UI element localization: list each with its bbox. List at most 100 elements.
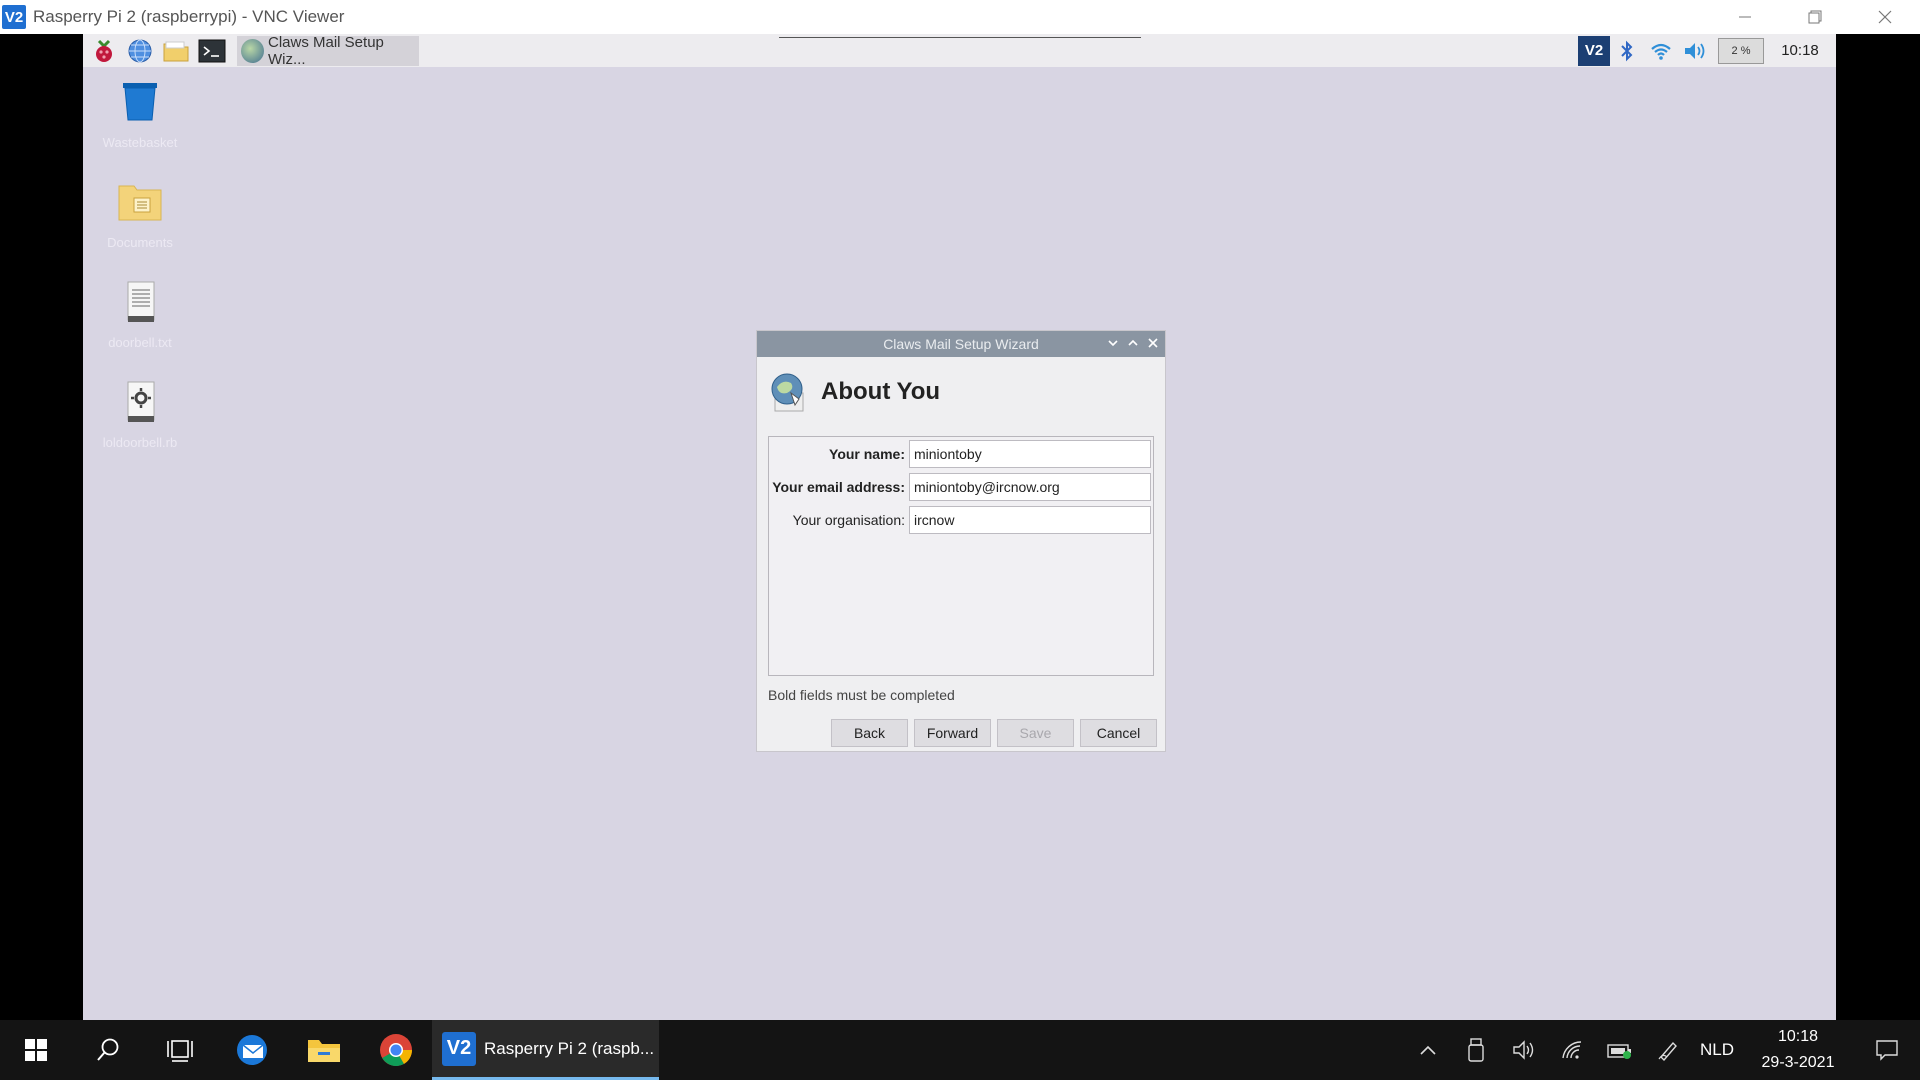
cpu-monitor[interactable]: 2 % xyxy=(1718,37,1764,64)
minimize-button[interactable] xyxy=(1710,0,1780,34)
dialog-title: Claws Mail Setup Wizard xyxy=(883,336,1039,352)
raspberry-menu-button[interactable] xyxy=(89,37,119,65)
name-input[interactable] xyxy=(909,440,1151,468)
pen-icon xyxy=(1658,1041,1677,1061)
battery-charging-icon xyxy=(1607,1044,1631,1059)
minimize-icon xyxy=(1739,16,1751,18)
dialog-header: About You xyxy=(757,357,1165,427)
file-manager-icon xyxy=(163,41,189,61)
pen-workspace-button[interactable] xyxy=(1644,1020,1692,1080)
search-button[interactable] xyxy=(72,1020,144,1080)
task-label: Claws Mail Setup Wiz... xyxy=(268,34,384,68)
rpi-panel-clock[interactable]: 10:18 xyxy=(1764,42,1836,59)
dialog-maximize-button[interactable] xyxy=(1127,337,1139,351)
vnc-titlebar: V2 Rasperry Pi 2 (raspberrypi) - VNC Vie… xyxy=(0,0,1920,34)
claws-mail-setup-wizard-dialog: Claws Mail Setup Wizard About You Your n… xyxy=(756,330,1166,752)
volume-button[interactable] xyxy=(1678,36,1712,66)
volume-icon xyxy=(1685,42,1705,59)
dialog-close-button[interactable] xyxy=(1147,337,1159,351)
claws-mail-icon xyxy=(771,373,804,412)
speaker-button[interactable] xyxy=(1500,1020,1548,1080)
bluetooth-button[interactable] xyxy=(1610,36,1644,66)
mail-app-button[interactable] xyxy=(216,1020,288,1080)
viewer-letterbox-right xyxy=(1836,34,1920,1020)
name-row: Your name: xyxy=(769,439,1155,469)
cancel-button[interactable]: Cancel xyxy=(1080,719,1157,747)
text-file-icon xyxy=(127,281,155,322)
notification-icon xyxy=(1876,1040,1898,1061)
save-button[interactable]: Save xyxy=(997,719,1074,747)
usb-device-button[interactable] xyxy=(1452,1020,1500,1080)
mail-app-icon xyxy=(237,1035,267,1065)
rpi-panel-tray: V2 2 % 10:18 xyxy=(1578,34,1836,67)
required-fields-note: Bold fields must be completed xyxy=(768,687,955,703)
raspberry-menu-icon xyxy=(96,39,112,62)
file-explorer-icon xyxy=(308,1040,340,1062)
network-button[interactable] xyxy=(1548,1020,1596,1080)
organisation-label: Your organisation: xyxy=(792,512,905,528)
dialog-titlebar[interactable]: Claws Mail Setup Wizard xyxy=(757,331,1165,357)
speaker-icon xyxy=(1513,1040,1534,1060)
system-tray: NLD 10:18 29-3-2021 xyxy=(1404,1020,1920,1080)
vnc-server-tray-icon[interactable]: V2 xyxy=(1578,35,1610,66)
desktop-icon-documents[interactable]: Documents xyxy=(90,178,190,250)
folder-icon xyxy=(118,185,162,221)
battery-button[interactable] xyxy=(1596,1020,1644,1080)
taskbar-vnc-label: Rasperry Pi 2 (raspb... xyxy=(484,1038,655,1058)
remote-desktop[interactable]: Claws Mail Setup Wiz... V2 2 % 10:18 Was… xyxy=(83,34,1836,1020)
wifi-icon xyxy=(1651,43,1671,60)
organisation-row: Your organisation: xyxy=(769,505,1155,535)
show-hidden-icons-button[interactable] xyxy=(1404,1020,1452,1080)
dialog-minimize-button[interactable] xyxy=(1107,337,1119,351)
close-icon xyxy=(1878,10,1892,24)
desktop-icon-label: Documents xyxy=(107,235,173,250)
web-browser-icon xyxy=(128,39,152,62)
forward-button[interactable]: Forward xyxy=(914,719,991,747)
windows-clock[interactable]: 10:18 29-3-2021 xyxy=(1742,1024,1854,1076)
file-explorer-button[interactable] xyxy=(288,1020,360,1080)
restore-button[interactable] xyxy=(1780,0,1850,34)
wifi-button[interactable] xyxy=(1644,36,1678,66)
restore-icon xyxy=(1808,10,1822,24)
desktop-icon-label: doorbell.txt xyxy=(108,335,172,350)
usb-drive-icon xyxy=(1468,1038,1484,1062)
page-title: About You xyxy=(821,378,941,405)
back-button[interactable]: Back xyxy=(831,719,908,747)
chevron-down-icon xyxy=(1108,340,1118,347)
chrome-button[interactable] xyxy=(360,1020,432,1080)
about-you-form: Your name: Your email address: Your orga… xyxy=(768,436,1154,676)
terminal-icon xyxy=(198,39,226,62)
desktop-icon-doorbell-txt[interactable]: doorbell.txt xyxy=(90,278,190,350)
windows-logo-icon xyxy=(25,1039,47,1061)
email-row: Your email address: xyxy=(769,472,1155,502)
vnc-logo-icon: V2 xyxy=(2,5,26,29)
vnc-viewer-icon: V2 xyxy=(442,1031,476,1066)
desktop-icon-wastebasket[interactable]: Wastebasket xyxy=(90,78,190,150)
close-button[interactable] xyxy=(1850,0,1920,34)
email-label: Your email address: xyxy=(772,479,905,495)
script-file-icon xyxy=(127,381,155,422)
file-manager-button[interactable] xyxy=(161,37,191,65)
screen-top-edge-line xyxy=(779,34,1141,38)
taskbar-vnc-viewer[interactable]: V2 Rasperry Pi 2 (raspb... xyxy=(432,1020,659,1080)
web-browser-button[interactable] xyxy=(125,37,155,65)
start-button[interactable] xyxy=(0,1020,72,1080)
terminal-button[interactable] xyxy=(197,37,227,65)
chevron-up-icon xyxy=(1128,339,1138,346)
desktop-icon-label: Wastebasket xyxy=(102,135,178,150)
close-icon xyxy=(1148,338,1158,348)
task-view-button[interactable] xyxy=(144,1020,216,1080)
vnc-window-title: Rasperry Pi 2 (raspberrypi) - VNC Viewer xyxy=(33,7,345,26)
input-language-indicator[interactable]: NLD xyxy=(1692,1040,1742,1060)
claws-mail-icon xyxy=(241,38,264,63)
taskbar-claws-mail-wizard[interactable]: Claws Mail Setup Wiz... xyxy=(237,34,419,68)
chevron-up-icon xyxy=(1420,1045,1436,1055)
organisation-input[interactable] xyxy=(909,506,1151,534)
email-input[interactable] xyxy=(909,473,1151,501)
wifi-icon xyxy=(1562,1041,1582,1059)
desktop-icon-loldoorbell-rb[interactable]: loldoorbell.rb xyxy=(90,378,190,450)
search-icon xyxy=(97,1038,119,1061)
clock-date: 29-3-2021 xyxy=(1761,1054,1835,1071)
action-center-button[interactable] xyxy=(1854,1020,1920,1080)
viewer-letterbox-left xyxy=(0,34,83,1020)
